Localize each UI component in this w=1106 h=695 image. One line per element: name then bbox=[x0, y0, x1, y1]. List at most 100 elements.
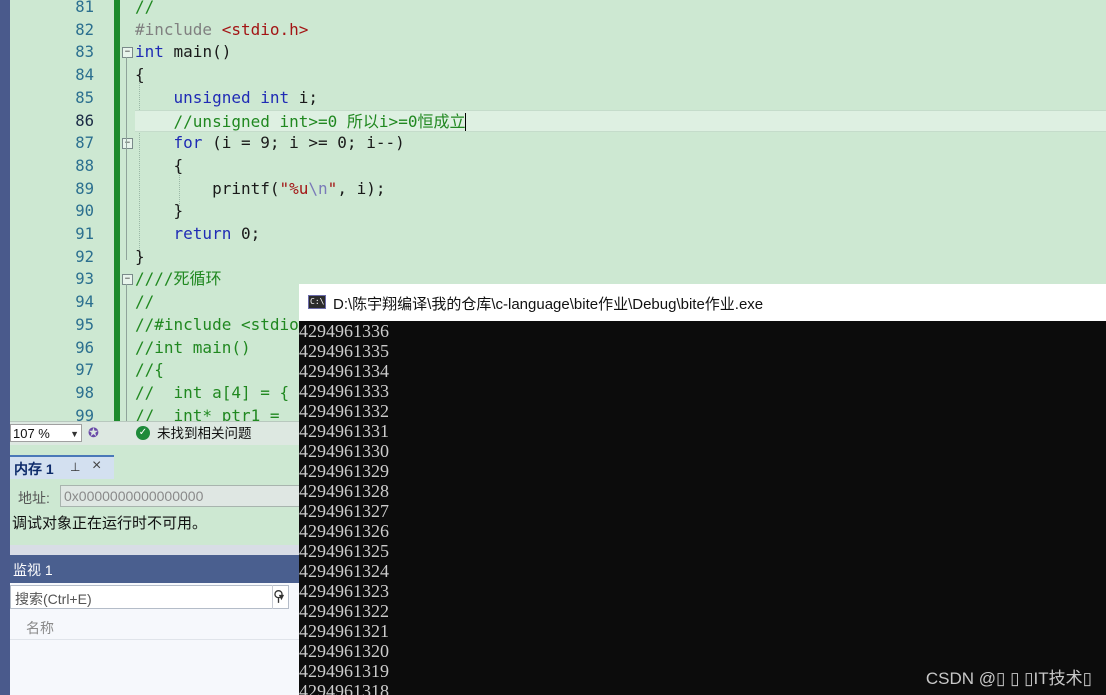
code-line[interactable]: // bbox=[135, 0, 1106, 19]
line-numbers: 81 82 83 84 85 86 87 88 89 90 91 92 93 94 95 96 97 98 99 bbox=[32, 0, 98, 421]
console-output-line: 4294961329 bbox=[299, 461, 389, 481]
search-options-dropdown[interactable]: ▼ bbox=[272, 585, 290, 609]
fold-toggle-main-icon[interactable]: − bbox=[122, 47, 133, 58]
line-number: 86 bbox=[75, 111, 94, 130]
change-tracking-bar bbox=[114, 0, 120, 421]
tab-memory-1[interactable]: 内存 1 ⊥ × bbox=[10, 455, 114, 479]
code-line[interactable]: } bbox=[135, 246, 1106, 269]
code-token: int bbox=[135, 42, 164, 62]
console-output-line: 4294961324 bbox=[299, 561, 389, 581]
console-output-line: 4294961330 bbox=[299, 441, 389, 461]
code-token: int bbox=[260, 87, 290, 107]
code-line[interactable]: { bbox=[135, 155, 1106, 178]
line-number: 81 bbox=[75, 0, 94, 16]
code-token: \n bbox=[308, 178, 328, 198]
left-window-edge bbox=[0, 0, 10, 695]
code-token: //{ bbox=[135, 360, 164, 380]
console-output-line: 4294961332 bbox=[299, 401, 389, 421]
line-number: 95 bbox=[75, 315, 94, 334]
line-number: 91 bbox=[75, 225, 94, 243]
intellicode-icon[interactable]: ✪ bbox=[88, 425, 104, 441]
watch-search-input[interactable]: 搜索(Ctrl+E) ⚲ bbox=[10, 585, 289, 609]
code-token: printf( bbox=[135, 178, 280, 198]
chevron-down-icon: ▼ bbox=[70, 429, 79, 439]
zoom-value: 107 % bbox=[13, 426, 50, 441]
line-number: 97 bbox=[75, 361, 94, 380]
line-number: 94 bbox=[75, 293, 94, 312]
console-output-line: 4294961326 bbox=[299, 521, 389, 541]
line-number: 90 bbox=[75, 202, 94, 221]
fold-toggle-comment-icon[interactable]: − bbox=[122, 274, 133, 285]
line-number: 87 bbox=[75, 134, 94, 153]
memory-status-message: 调试对象正在运行时不可用。 bbox=[12, 515, 208, 532]
console-output-line: 4294961335 bbox=[299, 341, 389, 361]
line-number: 92 bbox=[75, 247, 94, 266]
code-token: (i = 9; i >= 0; i--) bbox=[202, 133, 405, 153]
code-line[interactable]: printf("%u\n", i); bbox=[135, 178, 1106, 201]
code-line[interactable]: int main() bbox=[135, 41, 1106, 64]
zoom-dropdown[interactable]: 107 % ▼ bbox=[10, 424, 82, 442]
panel-splitter[interactable] bbox=[10, 545, 300, 555]
code-line[interactable]: //unsigned int>=0 所以i>=0恒成立 bbox=[135, 109, 1106, 133]
watch-title: 监视 1 bbox=[13, 562, 53, 578]
line-number: 96 bbox=[75, 338, 94, 357]
console-output-line: 4294961323 bbox=[299, 581, 389, 601]
memory-panel: 地址: 0x0000000000000000 调试对象正在运行时不可用。 bbox=[10, 479, 300, 545]
code-token: "%u bbox=[279, 178, 309, 198]
watch-panel-header: 监视 1 bbox=[10, 555, 300, 583]
console-output-line: 4294961325 bbox=[299, 541, 389, 561]
fold-toggle-for-icon[interactable]: − bbox=[122, 138, 133, 149]
search-placeholder: 搜索(Ctrl+E) bbox=[15, 591, 92, 607]
code-line[interactable]: } bbox=[135, 200, 1106, 223]
tab-label: 内存 1 bbox=[14, 461, 54, 477]
code-line[interactable]: for (i = 9; i >= 0; i--) bbox=[135, 132, 1106, 155]
watermark: CSDN @▯ ▯ ▯IT技术▯ bbox=[925, 669, 1092, 688]
console-output-line: 4294961336 bbox=[299, 321, 389, 341]
issues-status[interactable]: 未找到相关问题 bbox=[157, 425, 252, 442]
code-line[interactable]: { bbox=[135, 64, 1106, 87]
code-token: <stdio.h> bbox=[221, 19, 309, 39]
line-number: 99 bbox=[75, 406, 94, 421]
line-number: 88 bbox=[75, 156, 94, 175]
line-number: 83 bbox=[75, 43, 94, 62]
check-circle-icon: ✓ bbox=[136, 426, 150, 440]
console-title: D:\陈宇翔编译\我的仓库\c-language\bite作业\Debug\bi… bbox=[333, 296, 764, 313]
code-token: i; bbox=[289, 87, 319, 107]
console-window[interactable]: C:\ D:\陈宇翔编译\我的仓库\c-language\bite作业\Debu… bbox=[299, 284, 1106, 695]
console-app-icon: C:\ bbox=[308, 295, 326, 309]
code-line[interactable]: unsigned int i; bbox=[135, 87, 1106, 110]
console-output-line: 4294961331 bbox=[299, 421, 389, 441]
editor-statusbar: 107 % ▼ ✪ ✓ 未找到相关问题 bbox=[10, 421, 300, 445]
console-output-line: 4294961328 bbox=[299, 481, 389, 501]
code-token: //unsigned int>=0 所以i>=0恒成立 bbox=[135, 111, 466, 131]
code-token: " bbox=[327, 178, 338, 198]
console-output: 4294961336 4294961335 4294961334 4294961333… bbox=[299, 321, 1106, 695]
watch-column-header[interactable]: 名称 bbox=[10, 615, 300, 640]
pin-icon[interactable]: ⊥ bbox=[70, 460, 80, 474]
code-token: //int main() bbox=[135, 337, 251, 357]
line-number: 89 bbox=[75, 179, 94, 198]
code-line[interactable]: return 0; bbox=[135, 223, 1106, 246]
console-output-line: 4294961321 bbox=[299, 621, 389, 641]
close-icon[interactable]: × bbox=[92, 457, 101, 475]
code-line[interactable]: #include <stdio.h> bbox=[135, 19, 1106, 42]
console-titlebar[interactable]: C:\ D:\陈宇翔编译\我的仓库\c-language\bite作业\Debu… bbox=[299, 284, 1106, 321]
code-token: { bbox=[135, 155, 184, 175]
address-input[interactable]: 0x0000000000000000 bbox=[60, 485, 300, 507]
line-number: 84 bbox=[75, 66, 94, 85]
code-token: unsigned bbox=[173, 87, 251, 107]
fold-line bbox=[126, 284, 127, 421]
console-output-line: 4294961322 bbox=[299, 601, 389, 621]
console-output-line: 4294961327 bbox=[299, 501, 389, 521]
code-token: for bbox=[173, 133, 203, 153]
code-token: 0; bbox=[231, 224, 261, 243]
code-token: // int* ptr1 = bbox=[135, 405, 290, 421]
code-token: { bbox=[135, 65, 145, 85]
line-number: 98 bbox=[75, 383, 94, 402]
line-number: 85 bbox=[75, 88, 94, 107]
code-token: , i); bbox=[337, 178, 386, 198]
